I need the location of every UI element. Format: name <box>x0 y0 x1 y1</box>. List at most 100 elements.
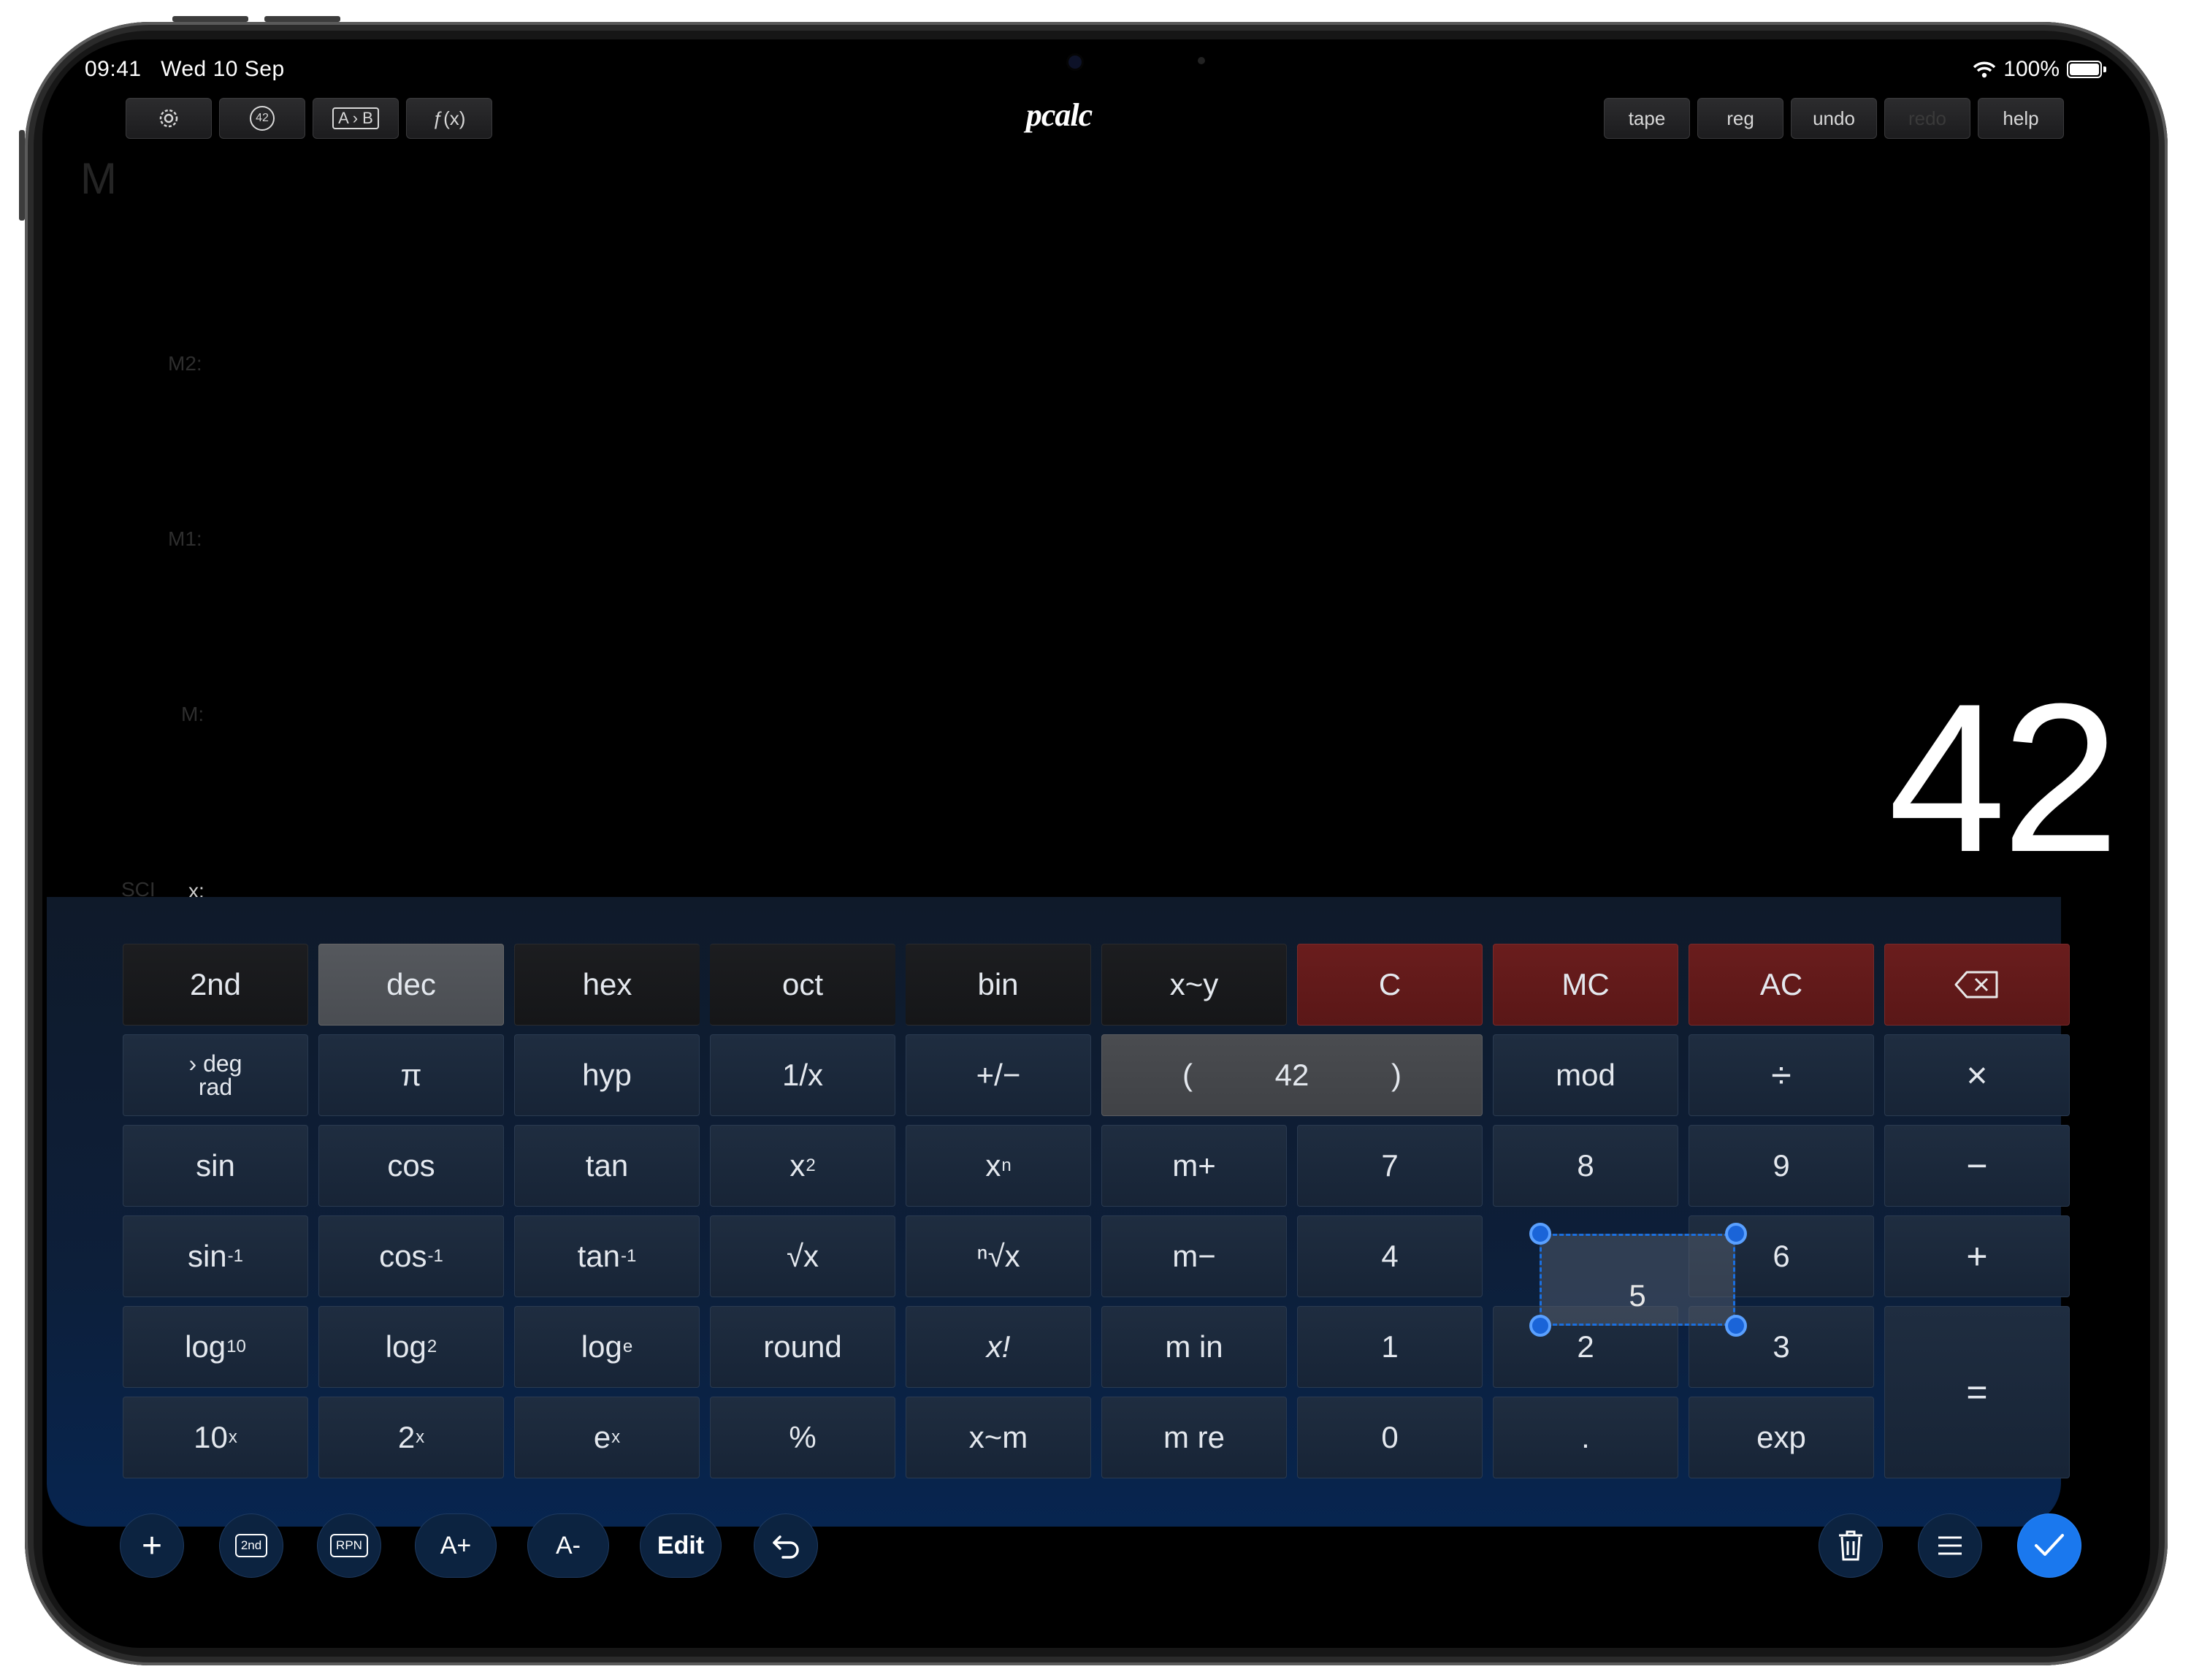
font-increase-button[interactable]: A+ <box>415 1513 497 1578</box>
key-all-clear[interactable]: AC <box>1689 944 1874 1026</box>
key-round[interactable]: round <box>710 1306 895 1388</box>
key-power[interactable]: xn <box>906 1125 1091 1207</box>
key-bin[interactable]: bin <box>906 944 1091 1026</box>
key-9[interactable]: 9 <box>1689 1125 1874 1207</box>
key-clear[interactable]: C <box>1297 944 1483 1026</box>
key-ln[interactable]: log e <box>514 1306 700 1388</box>
key-decimal[interactable]: . <box>1493 1397 1678 1478</box>
key-acos-exp: -1 <box>427 1246 443 1266</box>
key-negate[interactable]: +/− <box>906 1034 1091 1116</box>
key-ln-sub: e <box>622 1337 633 1356</box>
key-acos[interactable]: cos -1 <box>318 1215 504 1297</box>
key-square-exp: 2 <box>806 1156 816 1175</box>
key-atan[interactable]: tan -1 <box>514 1215 700 1297</box>
key-reciprocal[interactable]: 1/x <box>710 1034 895 1116</box>
paren-value: 42 <box>1274 1058 1309 1092</box>
key-dec[interactable]: dec <box>318 944 504 1026</box>
rpn-button[interactable]: RPN <box>317 1513 381 1578</box>
key-log2[interactable]: log 2 <box>318 1306 504 1388</box>
key-swap-xy[interactable]: x~y <box>1101 944 1287 1026</box>
undo-edit-button[interactable] <box>754 1513 818 1578</box>
key-memory-plus[interactable]: m+ <box>1101 1125 1287 1207</box>
key-square[interactable]: x2 <box>710 1125 895 1207</box>
tape-button[interactable]: tape <box>1604 98 1690 139</box>
key-4[interactable]: 4 <box>1297 1215 1483 1297</box>
key-rad-label: rad <box>198 1074 233 1100</box>
key-plus[interactable]: + <box>1884 1215 2070 1297</box>
key-percent[interactable]: % <box>710 1397 895 1478</box>
key-equals[interactable]: = <box>1884 1306 2070 1478</box>
functions-button[interactable]: ƒ(x) <box>406 98 492 139</box>
key-memory-in[interactable]: m in <box>1101 1306 1287 1388</box>
key-asin[interactable]: sin -1 <box>123 1215 308 1297</box>
resize-handle-top-left[interactable] <box>1529 1223 1551 1245</box>
help-button[interactable]: help <box>1978 98 2064 139</box>
key-log10[interactable]: log 10 <box>123 1306 308 1388</box>
delete-key-button[interactable] <box>1819 1513 1883 1578</box>
key-parentheses[interactable]: (42) <box>1101 1034 1483 1116</box>
key-exp-e[interactable]: ex <box>514 1397 700 1478</box>
second-layout-button[interactable]: 2nd <box>219 1513 283 1578</box>
battery-tip <box>2103 66 2106 72</box>
key-pow10[interactable]: 10 x <box>123 1397 308 1478</box>
constants-button[interactable]: 42 <box>219 98 305 139</box>
key-2nd[interactable]: 2nd <box>123 944 308 1026</box>
reg-button[interactable]: reg <box>1697 98 1783 139</box>
key-hex[interactable]: hex <box>514 944 700 1026</box>
settings-button[interactable] <box>126 98 212 139</box>
conversions-label: A › B <box>332 107 379 129</box>
app-logo: pcalc <box>1025 97 1093 133</box>
resize-handle-bottom-left[interactable] <box>1529 1315 1551 1337</box>
key-memory-recall[interactable]: m re <box>1101 1397 1287 1478</box>
key-ln-base: log <box>581 1329 622 1364</box>
key-exp-e-exp: x <box>611 1427 621 1447</box>
redo-button[interactable]: redo <box>1884 98 1970 139</box>
menu-button[interactable] <box>1918 1513 1982 1578</box>
key-sqrt[interactable]: √x <box>710 1215 895 1297</box>
status-bar-right: 100% <box>1973 57 2106 82</box>
key-pi[interactable]: π <box>318 1034 504 1116</box>
key-pow2-base: 2 <box>397 1420 416 1454</box>
selected-key-5[interactable]: 5 <box>1540 1234 1735 1326</box>
volume-button-2 <box>264 16 340 22</box>
key-minus[interactable]: − <box>1884 1125 2070 1207</box>
key-0[interactable]: 0 <box>1297 1397 1483 1478</box>
conversions-button[interactable]: A › B <box>313 98 399 139</box>
key-7[interactable]: 7 <box>1297 1125 1483 1207</box>
font-decrease-button[interactable]: A- <box>527 1513 609 1578</box>
undo-button[interactable]: undo <box>1791 98 1877 139</box>
edit-button[interactable]: Edit <box>640 1513 722 1578</box>
key-memory-clear[interactable]: MC <box>1493 944 1678 1026</box>
resize-handle-bottom-right[interactable] <box>1725 1315 1747 1337</box>
key-oct[interactable]: oct <box>710 944 895 1026</box>
undo-icon <box>773 1535 799 1559</box>
key-memory-minus[interactable]: m− <box>1101 1215 1287 1297</box>
done-button[interactable] <box>2017 1513 2081 1578</box>
key-multiply[interactable]: × <box>1884 1034 2070 1116</box>
key-sin[interactable]: sin <box>123 1125 308 1207</box>
key-factorial[interactable]: x! <box>906 1306 1091 1388</box>
key-power-base: x <box>985 1148 1001 1183</box>
power-button <box>19 130 25 221</box>
key-pow10-exp: x <box>228 1427 237 1447</box>
key-hyp[interactable]: hyp <box>514 1034 700 1116</box>
resize-handle-top-right[interactable] <box>1725 1223 1747 1245</box>
status-bar-left: 09:41 Wed 10 Sep <box>85 57 285 82</box>
key-mod[interactable]: mod <box>1493 1034 1678 1116</box>
key-backspace[interactable] <box>1884 944 2070 1026</box>
key-1[interactable]: 1 <box>1297 1306 1483 1388</box>
key-cos[interactable]: cos <box>318 1125 504 1207</box>
key-swap-xm[interactable]: x~m <box>906 1397 1091 1478</box>
key-pow2[interactable]: 2x <box>318 1397 504 1478</box>
key-tan[interactable]: tan <box>514 1125 700 1207</box>
register-m-label: M: <box>181 703 204 725</box>
key-divide[interactable]: ÷ <box>1689 1034 1874 1116</box>
key-exp[interactable]: exp <box>1689 1397 1874 1478</box>
key-8[interactable]: 8 <box>1493 1125 1678 1207</box>
key-deg-rad[interactable]: › deg rad <box>123 1034 308 1116</box>
key-log2-base: log <box>385 1329 427 1364</box>
key-asin-exp: -1 <box>227 1246 244 1266</box>
status-date: Wed 10 Sep <box>161 57 285 81</box>
key-nth-root[interactable]: ⁿ√x <box>906 1215 1091 1297</box>
add-key-button[interactable]: + <box>120 1513 184 1578</box>
